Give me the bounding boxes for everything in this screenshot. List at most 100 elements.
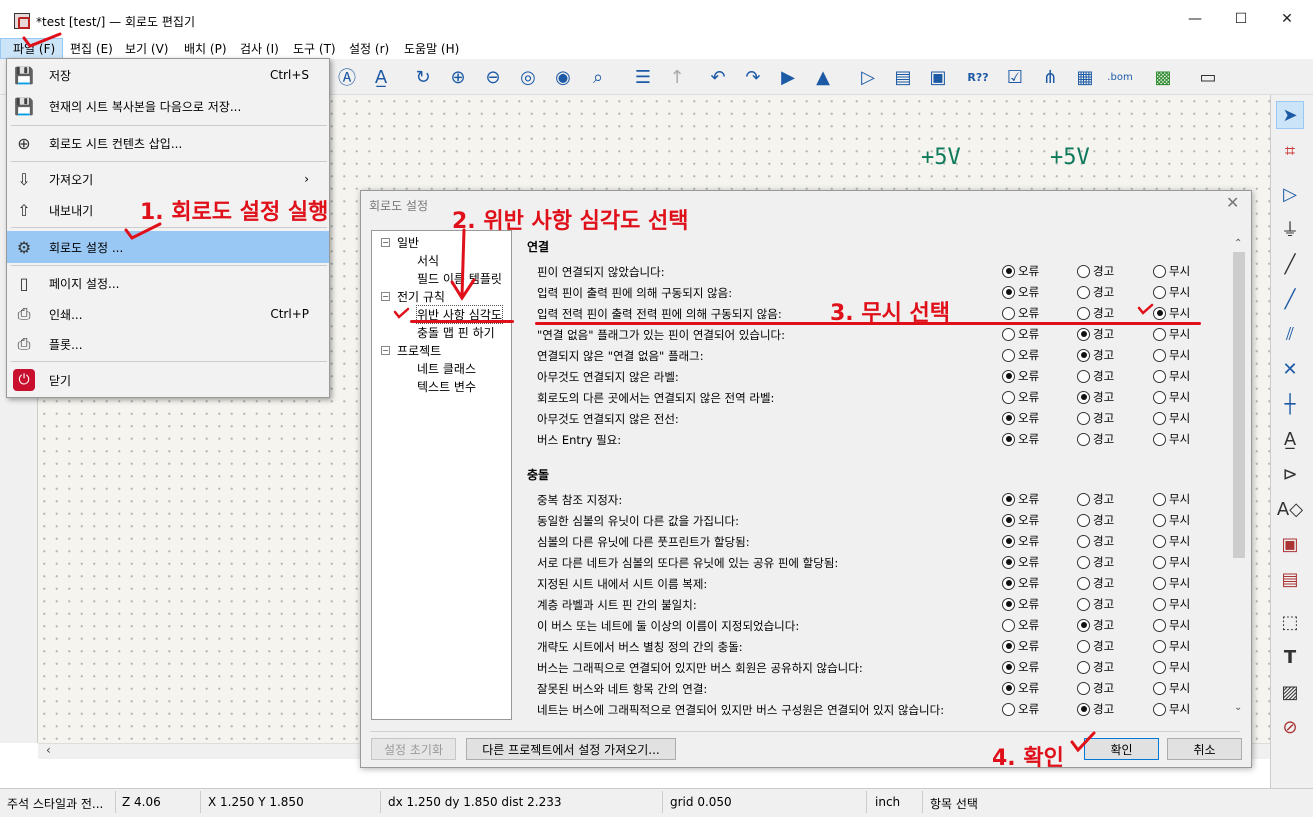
radio-button-icon[interactable] <box>1153 513 1166 527</box>
severity-warning-option[interactable]: 경고 <box>1077 284 1114 300</box>
cancel-button[interactable]: 취소 <box>1167 738 1242 760</box>
menu-item-insert-sheet[interactable]: ⊕ 회로도 시트 컨텐츠 삽입... <box>7 127 329 159</box>
severity-warning-option[interactable]: 경고 <box>1077 368 1114 384</box>
severity-ignore-option[interactable]: 무시 <box>1153 431 1190 447</box>
radio-button-icon[interactable] <box>1077 492 1090 506</box>
severity-ignore-option[interactable]: 무시 <box>1153 638 1190 654</box>
severity-error-option[interactable]: 오류 <box>1002 533 1039 549</box>
leave-sheet-icon[interactable]: ↑ <box>664 64 690 90</box>
menu-item-save[interactable]: 💾 저장 Ctrl+S <box>7 59 329 91</box>
radio-button-icon[interactable] <box>1002 618 1015 632</box>
junction-icon[interactable]: ┼ <box>1276 390 1304 418</box>
add-image-icon[interactable]: ▨ <box>1276 678 1304 706</box>
severity-error-option[interactable]: 오류 <box>1002 638 1039 654</box>
menu-item-schematic-setup[interactable]: ⚙ 회로도 설정 ... <box>7 231 329 263</box>
severity-ignore-option[interactable]: 무시 <box>1153 368 1190 384</box>
pcb-editor-icon[interactable]: ▩ <box>1150 64 1176 90</box>
radio-button-icon[interactable] <box>1153 576 1166 590</box>
select-tool-icon[interactable]: ➤ <box>1276 101 1304 129</box>
tree-item[interactable]: 네트 클래스 <box>417 360 476 377</box>
radio-button-icon[interactable] <box>1002 348 1015 362</box>
symbol-editor-icon[interactable]: ▷ <box>855 64 881 90</box>
severity-ignore-option[interactable]: 무시 <box>1153 659 1190 675</box>
radio-button-icon[interactable] <box>1002 534 1015 548</box>
tree-item[interactable]: 프로젝트 <box>397 342 441 359</box>
radio-button-icon[interactable] <box>1002 660 1015 674</box>
radio-button-icon[interactable] <box>1153 369 1166 383</box>
severity-warning-option[interactable]: 경고 <box>1077 533 1114 549</box>
radio-button-icon[interactable] <box>1002 597 1015 611</box>
severity-error-option[interactable]: 오류 <box>1002 389 1039 405</box>
footprint-editor-icon[interactable]: ▣ <box>925 64 951 90</box>
tree-expander-icon[interactable]: − <box>381 346 390 355</box>
severity-warning-option[interactable]: 경고 <box>1077 554 1114 570</box>
radio-button-icon[interactable] <box>1153 390 1166 404</box>
radio-button-icon[interactable] <box>1153 681 1166 695</box>
severity-error-option[interactable]: 오류 <box>1002 410 1039 426</box>
bom-table-icon[interactable]: ▦ <box>1072 64 1098 90</box>
panel-scrollbar-thumb[interactable] <box>1233 252 1245 558</box>
radio-button-icon[interactable] <box>1077 534 1090 548</box>
radio-button-icon[interactable] <box>1002 555 1015 569</box>
netlist-icon[interactable]: ⋔ <box>1037 64 1063 90</box>
radio-button-icon[interactable] <box>1077 411 1090 425</box>
radio-button-icon[interactable] <box>1153 618 1166 632</box>
severity-ignore-option[interactable]: 무시 <box>1153 491 1190 507</box>
menu-place[interactable]: 배치 (P) <box>184 40 227 57</box>
delete-tool-icon[interactable]: ⊘ <box>1276 713 1304 741</box>
refresh-icon[interactable]: ↻ <box>410 64 436 90</box>
radio-button-icon[interactable] <box>1153 348 1166 362</box>
severity-warning-option[interactable]: 경고 <box>1077 491 1114 507</box>
severity-ignore-option[interactable]: 무시 <box>1153 410 1190 426</box>
mirror-horizontal-icon[interactable]: ▲ <box>810 64 836 90</box>
zoom-in-icon[interactable]: ⊕ <box>445 64 471 90</box>
tree-expander-icon[interactable]: − <box>381 238 390 247</box>
severity-ignore-option[interactable]: 무시 <box>1153 326 1190 342</box>
severity-error-option[interactable]: 오류 <box>1002 347 1039 363</box>
severity-ignore-option[interactable]: 무시 <box>1153 680 1190 696</box>
severity-error-option[interactable]: 오류 <box>1002 431 1039 447</box>
symbol-browser-icon[interactable]: ▤ <box>890 64 916 90</box>
radio-button-icon[interactable] <box>1153 411 1166 425</box>
severity-error-option[interactable]: 오류 <box>1002 491 1039 507</box>
add-symbol-icon[interactable]: ▷ <box>1276 180 1304 208</box>
power-symbol-label[interactable]: +5V <box>921 145 961 170</box>
severity-warning-option[interactable]: 경고 <box>1077 512 1114 528</box>
severity-ignore-option[interactable]: 무시 <box>1153 596 1190 612</box>
mirror-vertical-icon[interactable]: ▶ <box>775 64 801 90</box>
radio-button-icon[interactable] <box>1002 264 1015 278</box>
add-graphic-line-icon[interactable]: ⬚ <box>1276 608 1304 636</box>
highlight-net-icon[interactable]: ⌗ <box>1276 137 1304 165</box>
radio-button-icon[interactable] <box>1002 390 1015 404</box>
tree-item[interactable]: 일반 <box>397 234 419 251</box>
scroll-down-arrow[interactable]: ⌄ <box>1234 702 1242 713</box>
severity-error-option[interactable]: 오류 <box>1002 284 1039 300</box>
menu-edit[interactable]: 편집 (E) <box>70 40 113 57</box>
radio-button-icon[interactable] <box>1002 513 1015 527</box>
radio-button-icon[interactable] <box>1002 285 1015 299</box>
scripting-console-icon[interactable]: ▭ <box>1195 64 1221 90</box>
severity-ignore-option[interactable]: 무시 <box>1153 701 1190 717</box>
add-power-icon[interactable]: ⏚ <box>1276 215 1304 243</box>
menu-item-page-setup[interactable]: ▯ 페이지 설정... <box>7 267 329 299</box>
radio-button-icon[interactable] <box>1077 327 1090 341</box>
rotate-ccw-icon[interactable]: ↶ <box>705 64 731 90</box>
radio-button-icon[interactable] <box>1153 660 1166 674</box>
severity-error-option[interactable]: 오류 <box>1002 368 1039 384</box>
no-connect-icon[interactable]: ✕ <box>1276 355 1304 383</box>
severity-error-option[interactable]: 오류 <box>1002 617 1039 633</box>
severity-error-option[interactable]: 오류 <box>1002 512 1039 528</box>
radio-button-icon[interactable] <box>1002 639 1015 653</box>
bus-entry-icon[interactable]: ⫽ <box>1276 320 1304 348</box>
radio-button-icon[interactable] <box>1153 597 1166 611</box>
severity-warning-option[interactable]: 경고 <box>1077 617 1114 633</box>
severity-ignore-option[interactable]: 무시 <box>1153 512 1190 528</box>
radio-button-icon[interactable] <box>1002 492 1015 506</box>
severity-ignore-option[interactable]: 무시 <box>1153 284 1190 300</box>
radio-button-icon[interactable] <box>1002 432 1015 446</box>
add-sheet-icon[interactable]: ▣ <box>1276 530 1304 558</box>
radio-button-icon[interactable] <box>1153 702 1166 716</box>
severity-error-option[interactable]: 오류 <box>1002 680 1039 696</box>
severity-warning-option[interactable]: 경고 <box>1077 347 1114 363</box>
radio-button-icon[interactable] <box>1077 555 1090 569</box>
